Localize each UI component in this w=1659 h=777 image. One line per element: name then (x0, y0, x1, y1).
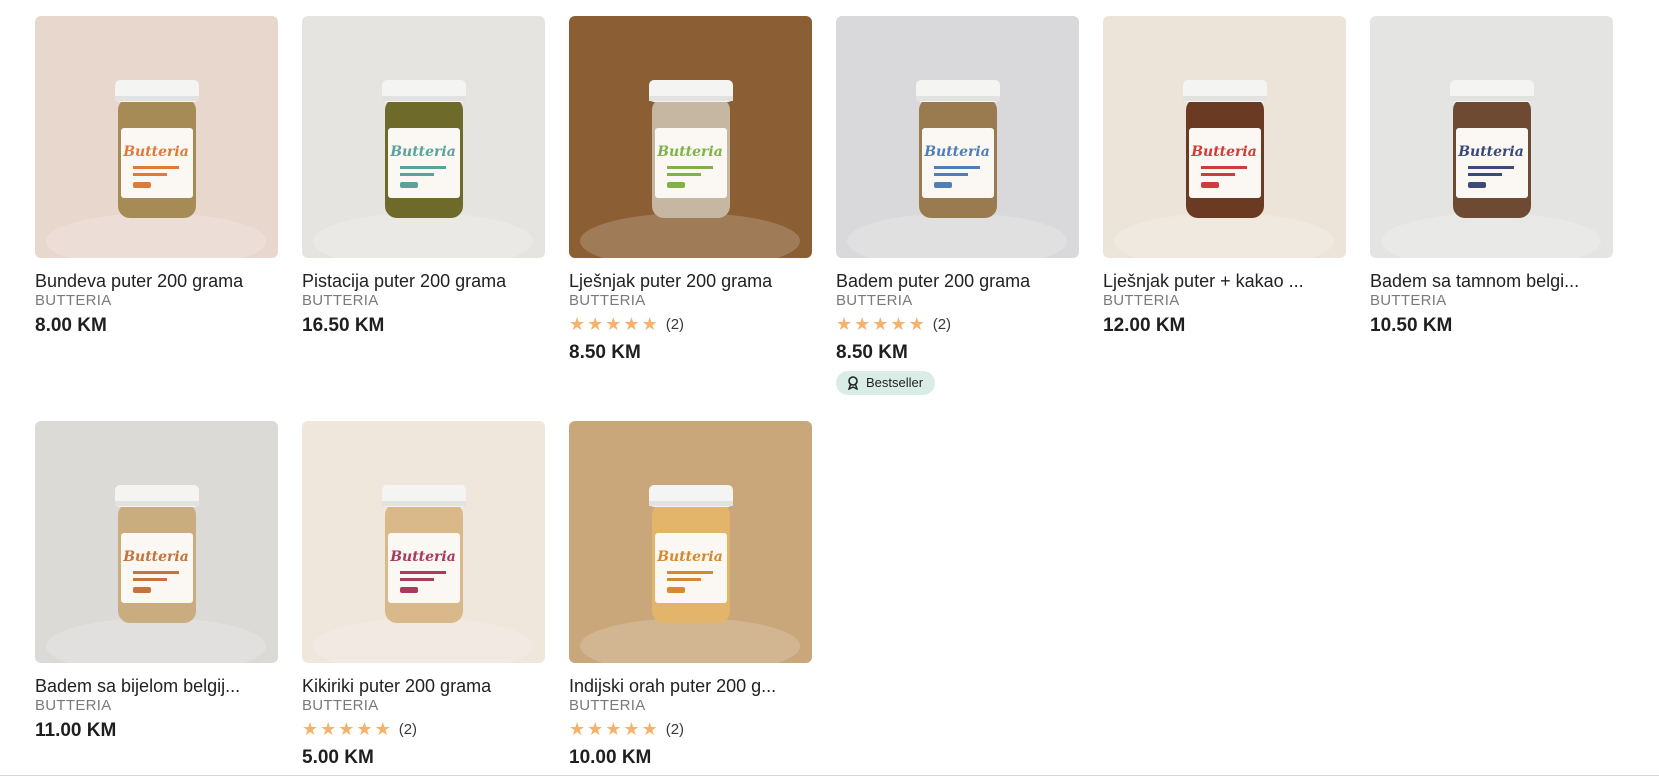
product-price: 8.00 KM (35, 315, 107, 336)
rating-count: (2) (665, 720, 685, 738)
rating-stars: ★ ★ ★ ★ ★ (302, 720, 391, 738)
product-image[interactable]: Butteria (35, 421, 278, 663)
jar-label-text: Butteria (656, 144, 723, 160)
product-card-1[interactable]: Butteria Bundeva puter 200 grama BUTTERI… (35, 16, 278, 395)
product-image[interactable]: Butteria (1103, 16, 1346, 258)
jar-label-text: Butteria (122, 549, 189, 565)
star-icon: ★ (908, 314, 925, 334)
product-rating: ★ ★ ★ ★ ★ (2) (569, 720, 812, 738)
product-price: 8.50 KM (569, 342, 641, 363)
rating-count: (2) (398, 720, 418, 738)
product-image[interactable]: Butteria (569, 16, 812, 258)
product-brand: BUTTERIA (836, 292, 913, 309)
star-icon: ★ (872, 314, 889, 334)
product-price: 8.50 KM (836, 342, 908, 363)
product-image[interactable]: Butteria (302, 16, 545, 258)
product-brand: BUTTERIA (302, 697, 379, 714)
star-icon: ★ (854, 314, 871, 334)
product-title[interactable]: Badem sa bijelom belgij... (35, 675, 278, 697)
product-rating: ★ ★ ★ ★ ★ (2) (569, 315, 812, 333)
product-card-8[interactable]: Butteria Kikiriki puter 200 grama BUTTER… (302, 421, 545, 770)
jar-label-text: Butteria (1190, 144, 1257, 160)
star-icon: ★ (302, 719, 319, 739)
product-card-6[interactable]: Butteria Badem sa tamnom belgi... BUTTER… (1370, 16, 1613, 395)
product-brand: BUTTERIA (569, 292, 646, 309)
product-card-2[interactable]: Butteria Pistacija puter 200 grama BUTTE… (302, 16, 545, 395)
rating-count: (2) (932, 315, 952, 333)
product-brand: BUTTERIA (1103, 292, 1180, 309)
product-price: 11.00 KM (35, 720, 117, 741)
product-brand: BUTTERIA (1370, 292, 1447, 309)
product-image[interactable]: Butteria (302, 421, 545, 663)
product-image[interactable]: Butteria (836, 16, 1079, 258)
product-card-5[interactable]: Butteria Lješnjak puter + kakao ... BUTT… (1103, 16, 1346, 395)
star-icon: ★ (587, 719, 604, 739)
award-icon (846, 376, 860, 391)
product-price: 10.50 KM (1370, 315, 1453, 336)
product-brand: BUTTERIA (35, 697, 112, 714)
product-rating: ★ ★ ★ ★ ★ (2) (302, 720, 545, 738)
product-title[interactable]: Lješnjak puter + kakao ... (1103, 270, 1346, 292)
jar-label-text: Butteria (389, 549, 456, 565)
star-icon: ★ (605, 719, 622, 739)
product-brand: BUTTERIA (569, 697, 646, 714)
star-icon: ★ (641, 314, 658, 334)
product-card-7[interactable]: Butteria Badem sa bijelom belgij... BUTT… (35, 421, 278, 770)
star-icon: ★ (623, 719, 640, 739)
badge-label: Bestseller (866, 375, 924, 390)
star-icon: ★ (641, 719, 658, 739)
product-card-4[interactable]: Butteria Badem puter 200 grama BUTTERIA … (836, 16, 1079, 395)
star-icon: ★ (623, 314, 640, 334)
product-title[interactable]: Badem sa tamnom belgi... (1370, 270, 1613, 292)
star-icon: ★ (320, 719, 337, 739)
rating-stars: ★ ★ ★ ★ ★ (569, 720, 658, 738)
product-price: 12.00 KM (1103, 315, 1186, 336)
jar-label-text: Butteria (923, 144, 990, 160)
product-title[interactable]: Pistacija puter 200 grama (302, 270, 545, 292)
product-title[interactable]: Bundeva puter 200 grama (35, 270, 278, 292)
product-card-3[interactable]: Butteria Lješnjak puter 200 grama BUTTER… (569, 16, 812, 395)
product-brand: BUTTERIA (35, 292, 112, 309)
jar-label-text: Butteria (122, 144, 189, 160)
divider (0, 775, 1659, 776)
product-price: 16.50 KM (302, 315, 385, 336)
product-price: 10.00 KM (569, 747, 652, 768)
product-card-9[interactable]: Butteria Indijski orah puter 200 g... BU… (569, 421, 812, 770)
rating-stars: ★ ★ ★ ★ ★ (569, 315, 658, 333)
bestseller-badge: Bestseller (836, 371, 936, 395)
rating-stars: ★ ★ ★ ★ ★ (836, 315, 925, 333)
star-icon: ★ (836, 314, 853, 334)
product-title[interactable]: Indijski orah puter 200 g... (569, 675, 812, 697)
product-rating: ★ ★ ★ ★ ★ (2) (836, 315, 1079, 333)
star-icon: ★ (569, 314, 586, 334)
star-icon: ★ (374, 719, 391, 739)
product-title[interactable]: Kikiriki puter 200 grama (302, 675, 545, 697)
product-image[interactable]: Butteria (569, 421, 812, 663)
product-brand: BUTTERIA (302, 292, 379, 309)
star-icon: ★ (605, 314, 622, 334)
product-title[interactable]: Badem puter 200 grama (836, 270, 1079, 292)
star-icon: ★ (890, 314, 907, 334)
product-price: 5.00 KM (302, 747, 374, 768)
product-image[interactable]: Butteria (35, 16, 278, 258)
star-icon: ★ (356, 719, 373, 739)
star-icon: ★ (569, 719, 586, 739)
product-grid: Butteria Bundeva puter 200 grama BUTTERI… (35, 16, 1615, 770)
star-icon: ★ (587, 314, 604, 334)
rating-count: (2) (665, 315, 685, 333)
product-image[interactable]: Butteria (1370, 16, 1613, 258)
jar-label-text: Butteria (656, 549, 723, 565)
star-icon: ★ (338, 719, 355, 739)
product-title[interactable]: Lješnjak puter 200 grama (569, 270, 812, 292)
jar-label-text: Butteria (1457, 144, 1524, 160)
jar-label-text: Butteria (389, 144, 456, 160)
